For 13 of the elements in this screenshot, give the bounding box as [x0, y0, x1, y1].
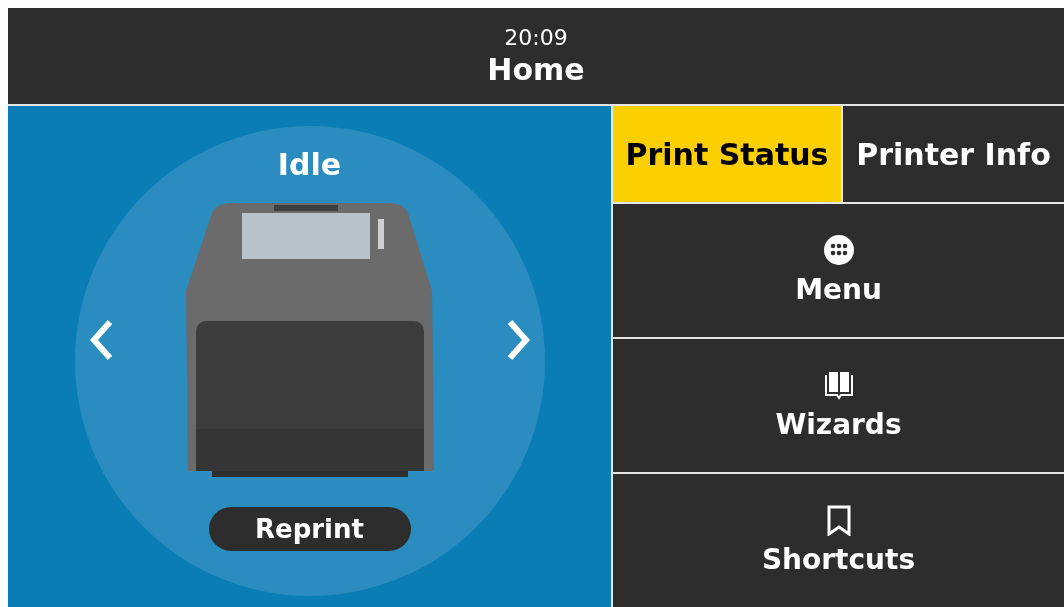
- chevron-left-icon: [89, 319, 114, 361]
- chevron-right-icon: [505, 319, 530, 361]
- screen-title: Home: [487, 51, 585, 89]
- tab[interactable]: Printer Info: [843, 106, 1064, 202]
- menu-tile[interactable]: Shortcuts: [613, 474, 1064, 607]
- grid-dots-icon: [822, 234, 855, 266]
- menu-tile[interactable]: Menu: [613, 204, 1064, 337]
- book-icon: [822, 369, 855, 401]
- reprint-button[interactable]: Reprint: [208, 507, 411, 551]
- status-label: Idle: [277, 146, 342, 184]
- tab[interactable]: Print Status: [613, 106, 841, 202]
- menu-tile[interactable]: Wizards: [613, 339, 1064, 472]
- clock-time: 20:09: [504, 23, 568, 51]
